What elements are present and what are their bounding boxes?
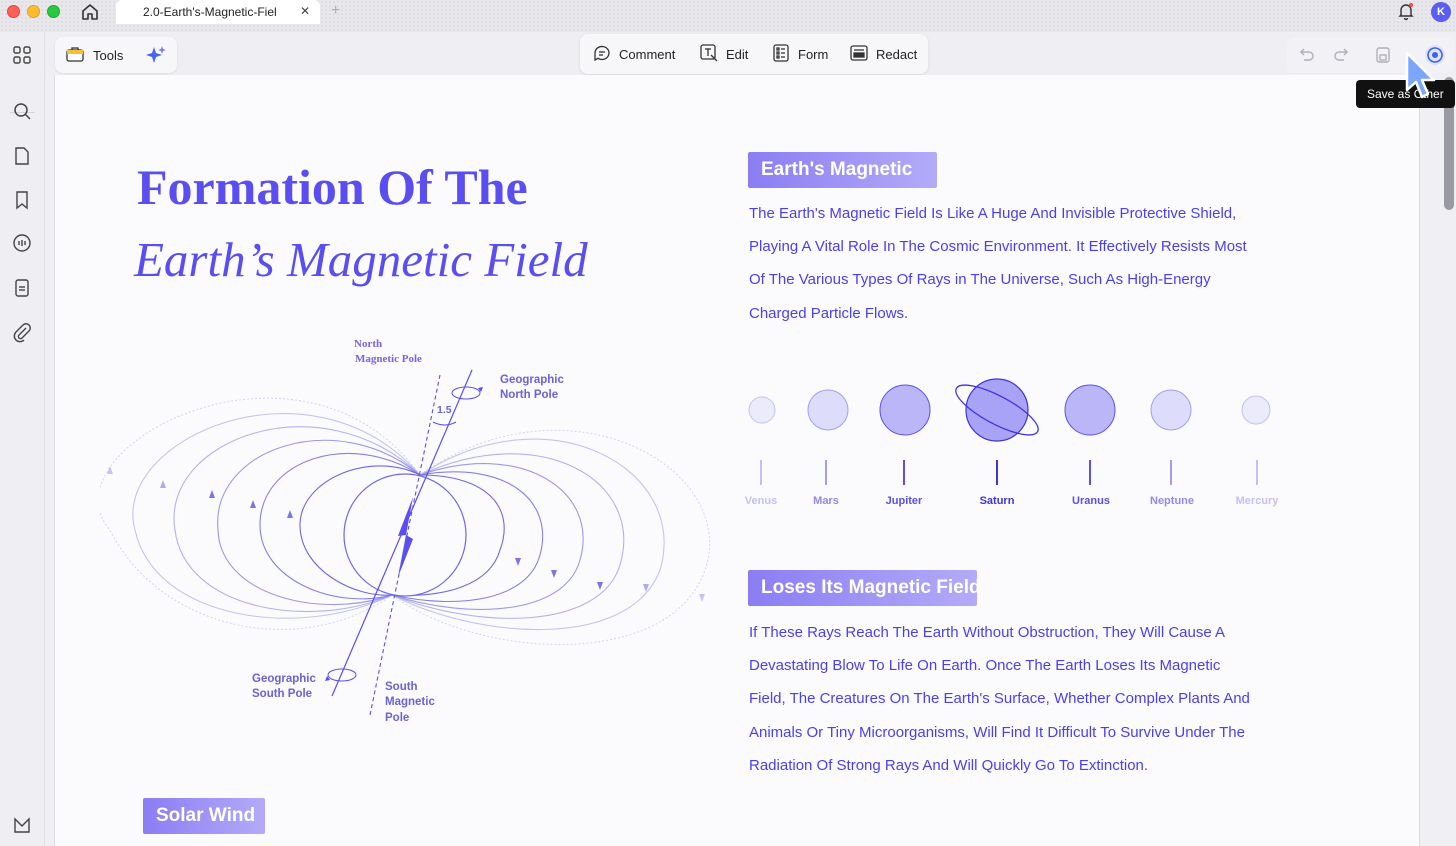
paragraph-line: Field, The Creatures On The Earth's Surf… [749, 690, 1250, 708]
section-paragraph-1: The Earth's Magnetic Field Is Like A Hug… [749, 197, 1247, 330]
label-south-mag-3: Pole [385, 712, 409, 724]
tools-label: Tools [93, 47, 124, 63]
planet-label-uranus: Uranus [1072, 495, 1110, 507]
tab-title: 2.0-Earth's-Magnetic-Fiel [143, 5, 277, 19]
section-heading-loses-magnetic-field: Loses Its Magnetic Field [748, 570, 981, 606]
document-icon[interactable] [11, 277, 33, 299]
page-title-line2: Earth’s Magnetic Field [134, 232, 588, 287]
document-tab[interactable]: 2.0-Earth's-Magnetic-Fiel ✕ [116, 0, 320, 24]
redo-icon[interactable] [1333, 46, 1351, 64]
tools-button[interactable]: Tools [65, 45, 123, 65]
label-geo-north-2: North Pole [500, 389, 558, 401]
bookmark-icon[interactable] [11, 189, 33, 211]
close-window-button[interactable] [7, 5, 20, 18]
tools-group: Tools [55, 37, 177, 73]
paragraph-line: Charged Particle Flows. [749, 304, 909, 322]
planet-label-mars: Mars [813, 495, 839, 507]
label-geo-south-2: South Pole [252, 688, 312, 700]
new-tab-button[interactable]: + [331, 2, 340, 20]
planet-label-saturn: Saturn [980, 495, 1015, 507]
planet-mercury: Mercury [1236, 395, 1280, 507]
undo-icon[interactable] [1297, 46, 1315, 64]
page-icon[interactable] [11, 145, 33, 167]
redact-label: Redact [876, 46, 918, 62]
minimize-window-button[interactable] [27, 5, 40, 18]
search-icon[interactable] [11, 100, 33, 122]
title-bar: 2.0-Earth's-Magnetic-Fiel ✕ + K [0, 0, 1456, 32]
brand-icon[interactable] [11, 814, 33, 836]
label-north-magnetic-pole-2: Magnetic Pole [355, 353, 422, 365]
planet-label-neptune: Neptune [1150, 495, 1194, 507]
paragraph-line: Radiation Of Strong Rays And Will Quickl… [749, 756, 1149, 774]
grid-icon[interactable] [11, 44, 33, 66]
comment-label: Comment [619, 46, 676, 62]
edit-button[interactable]: Edit [699, 43, 749, 66]
planet-label-mercury: Mercury [1236, 495, 1280, 507]
attachment-icon[interactable] [11, 321, 33, 343]
magnetic-field-diagram: North Magnetic Pole Geographic North Pol… [100, 338, 711, 724]
cursor-icon [1402, 50, 1438, 102]
label-south-mag-2: Magnetic [385, 696, 435, 708]
tools-icon [65, 45, 85, 66]
edit-label: Edit [726, 46, 749, 62]
label-angle: 1.5 [437, 404, 452, 416]
tab-close-icon[interactable]: ✕ [300, 4, 310, 18]
paragraph-line: Devastating Blow To Life On Earth. Once … [749, 657, 1221, 675]
planet-saturn: Saturn [955, 378, 1039, 507]
form-icon [771, 43, 791, 66]
toolbar: Tools Comment Edit Form Redact [45, 32, 1456, 75]
label-south-mag-1: South [385, 681, 418, 693]
planet-label-jupiter: Jupiter [886, 495, 923, 507]
bell-icon[interactable] [1396, 1, 1416, 21]
paragraph-line: Playing A Vital Role In The Cosmic Envir… [749, 238, 1247, 256]
paragraph-line: Of The Various Types Of Rays in The Univ… [749, 271, 1211, 289]
left-sidebar [0, 32, 45, 846]
zoom-window-button[interactable] [47, 5, 60, 18]
planet-label-venus: Venus [745, 495, 777, 507]
redact-button[interactable]: Redact [849, 44, 917, 64]
section-heading-solar-wind: Solar Wind [143, 798, 265, 834]
paragraph-line: The Earth's Magnetic Field Is Like A Hug… [749, 205, 1237, 222]
form-button[interactable]: Form [771, 43, 829, 66]
label-geo-north-1: Geographic [500, 374, 565, 386]
page-title-line1: Formation Of The [137, 159, 528, 215]
planet-jupiter: Jupiter [879, 384, 931, 507]
section-paragraph-2: If These Rays Reach The Earth Without Ob… [749, 616, 1250, 782]
paragraph-line: If These Rays Reach The Earth Without Ob… [749, 624, 1226, 641]
planets-illustration: Venus Mars Jupiter Saturn Uranus Neptune… [745, 378, 1280, 507]
avatar[interactable]: K [1431, 2, 1451, 22]
comment-icon [592, 43, 612, 66]
edit-mode-group: Comment Edit Form Redact [580, 34, 928, 74]
label-geo-south-1: Geographic [252, 673, 317, 685]
form-label: Form [798, 46, 829, 62]
redact-icon [849, 43, 869, 66]
edit-icon [699, 43, 719, 66]
planet-venus: Venus [745, 396, 777, 507]
planet-uranus: Uranus [1064, 384, 1116, 507]
label-north-magnetic-pole-1: North [354, 338, 382, 350]
section-heading-earths-magnetic: Earth's Magnetic [748, 152, 937, 188]
ai-sparkle-icon[interactable] [145, 44, 167, 66]
home-icon[interactable] [78, 1, 102, 23]
planet-mars: Mars [807, 389, 849, 507]
comment-list-icon[interactable] [11, 232, 33, 254]
paragraph-line: Animals Or Tiny Microorganisms, Will Fin… [749, 723, 1245, 741]
comment-button[interactable]: Comment [592, 44, 675, 64]
save-icon[interactable] [1374, 46, 1392, 64]
planet-neptune: Neptune [1150, 389, 1194, 507]
